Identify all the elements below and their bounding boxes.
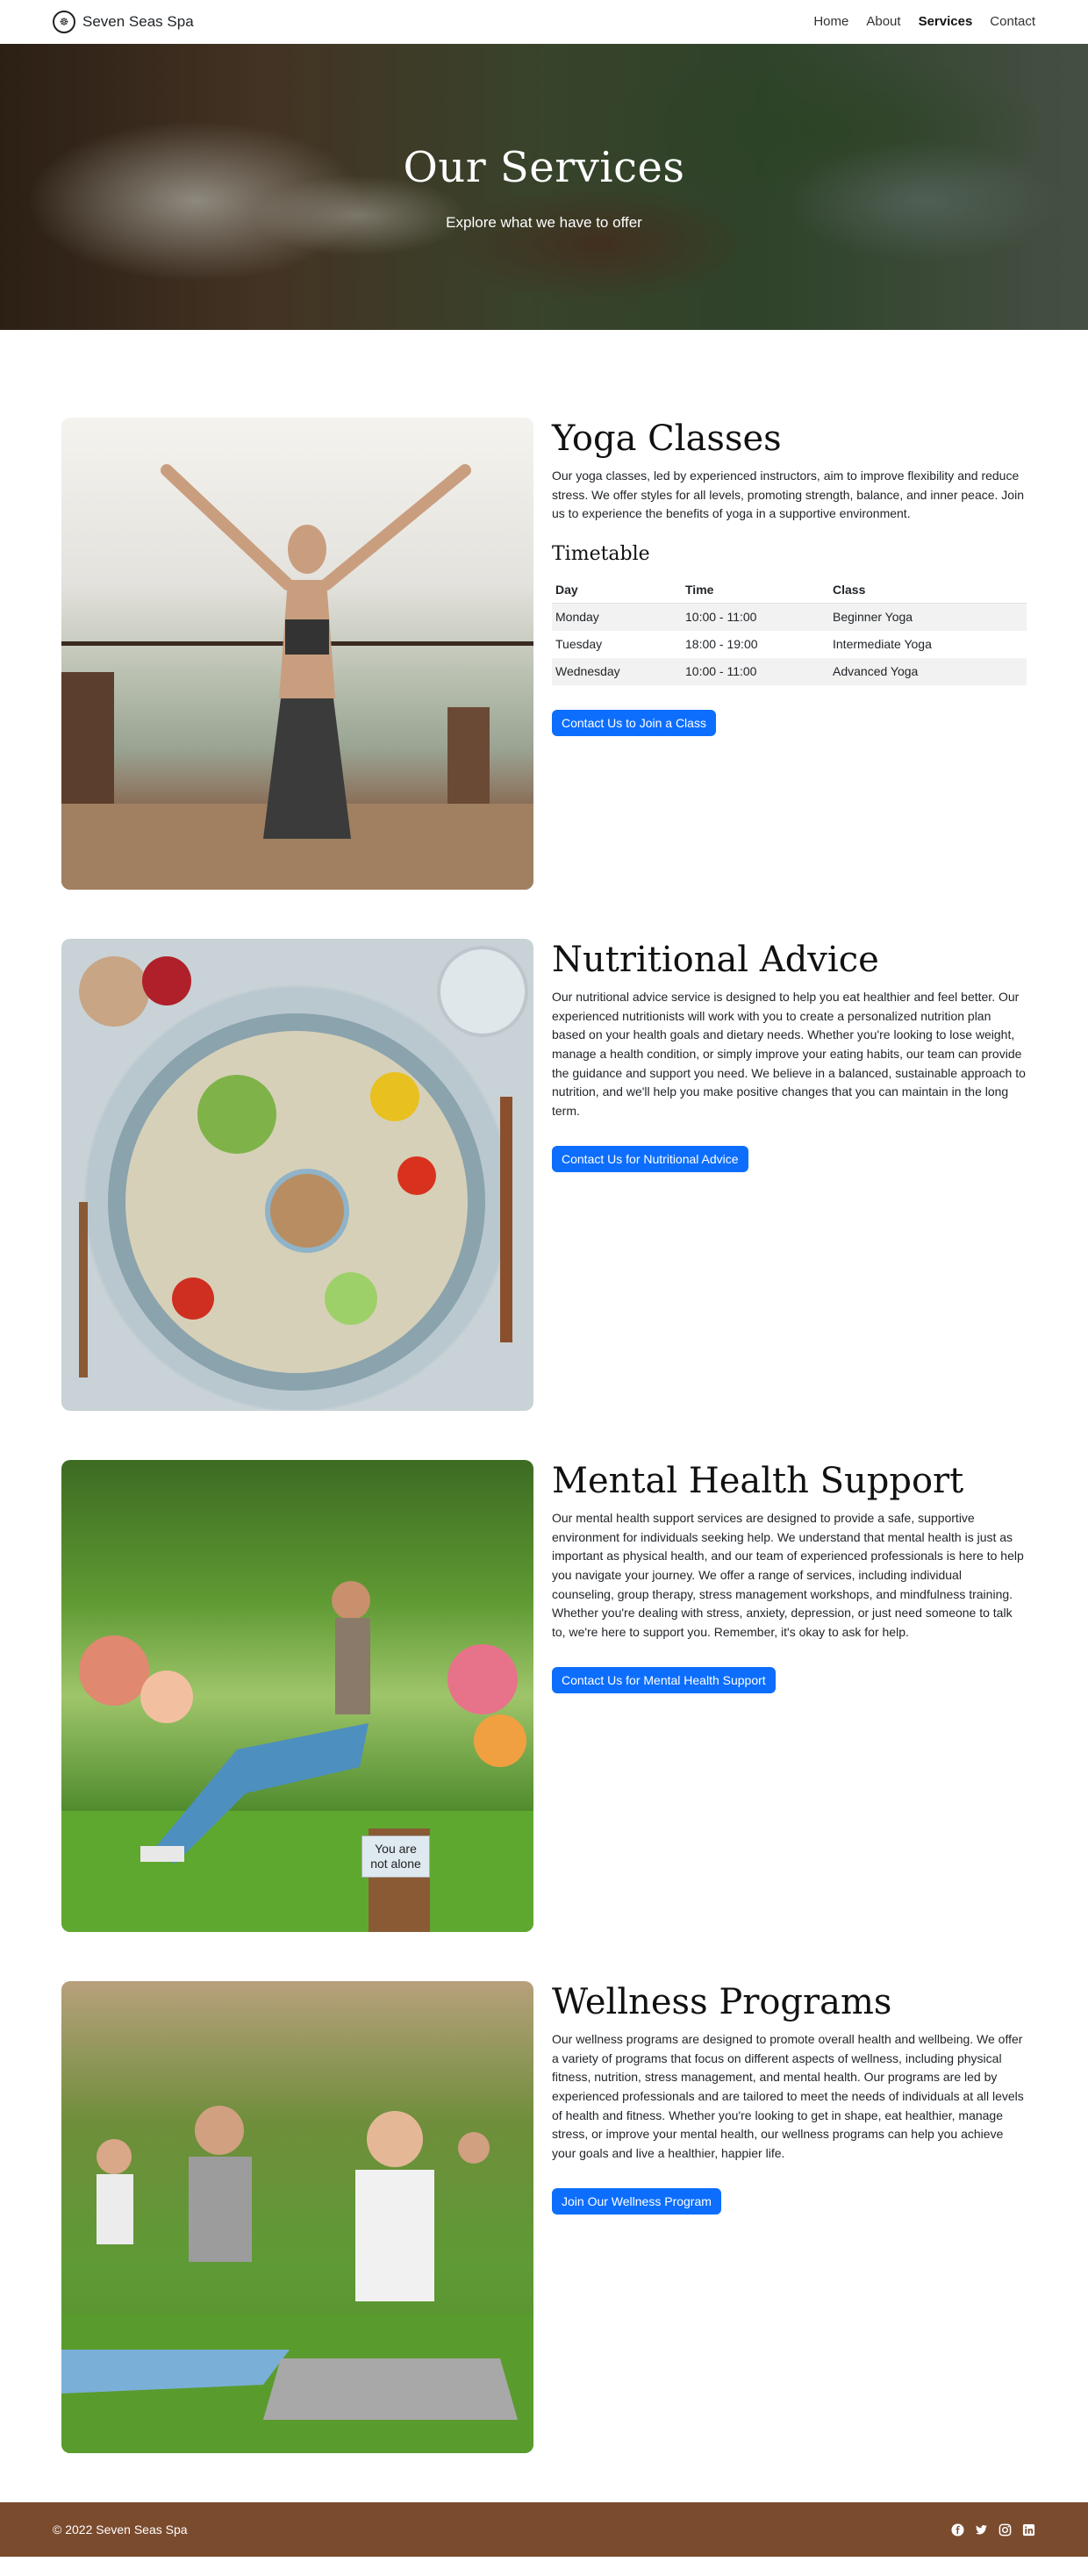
table-cell: Beginner Yoga [829,603,1027,632]
nav-link-home[interactable]: Home [813,12,848,32]
mental-health-contact-button[interactable]: Contact Us for Mental Health Support [552,1666,776,1693]
footer: © 2022 Seven Seas Spa [0,2502,1088,2557]
service-yoga-body: Yoga Classes Our yoga classes, led by ex… [552,418,1027,890]
table-cell: 10:00 - 11:00 [682,658,829,686]
nutrition-contact-button[interactable]: Contact Us for Nutritional Advice [552,1145,748,1172]
yoga-illustration [61,464,533,890]
hero-banner: Our Services Explore what we have to off… [0,44,1088,330]
wellness-illustration [61,2106,533,2453]
nutrition-image [61,939,533,1411]
facebook-icon[interactable] [951,2522,964,2537]
timetable: Day Time Class Monday 10:00 - 11:00 Begi… [552,577,1027,686]
service-title: Wellness Programs [552,1982,892,2022]
wellness-image [61,1981,533,2453]
join-class-button[interactable]: Contact Us to Join a Class [552,710,716,737]
service-description: Our wellness programs are designed to pr… [552,2032,1024,2161]
copyright: © 2022 Seven Seas Spa [53,2522,188,2537]
nav-links: Home About Services Contact [813,12,1035,32]
table-row: Tuesday 18:00 - 19:00 Intermediate Yoga [552,631,1027,658]
spa-logo-icon: ☸ [53,11,75,33]
nav-link-about[interactable]: About [866,12,900,32]
hero-subtitle: Explore what we have to offer [446,214,642,231]
timetable-title: Timetable [552,543,650,566]
service-title: Mental Health Support [552,1461,964,1501]
timetable-header-row: Day Time Class [552,577,1027,605]
service-nutrition: Nutritional Advice Our nutritional advic… [61,939,1027,1411]
table-cell: Wednesday [552,658,682,686]
yoga-image [61,418,533,890]
not-alone-sign: You are not alone [361,1835,430,1878]
wellness-join-button[interactable]: Join Our Wellness Program [552,2187,721,2215]
service-mental-health-body: Mental Health Support Our mental health … [552,1460,1027,1932]
service-description: Our nutritional advice service is design… [552,990,1026,1119]
linkedin-icon[interactable] [1022,2523,1035,2537]
table-cell: 10:00 - 11:00 [682,603,829,632]
service-nutrition-body: Nutritional Advice Our nutritional advic… [552,939,1027,1411]
table-cell: Advanced Yoga [829,658,1027,686]
column-header-day: Day [552,577,682,605]
service-wellness: Wellness Programs Our wellness programs … [61,1981,1027,2453]
mental-health-illustration [61,1581,533,1932]
social-links [951,2522,1035,2537]
service-title: Yoga Classes [552,419,782,459]
navbar: ☸ Seven Seas Spa Home About Services Con… [0,0,1088,44]
nav-link-services[interactable]: Services [919,12,973,32]
column-header-class: Class [829,577,1027,605]
twitter-icon[interactable] [975,2523,988,2537]
service-wellness-body: Wellness Programs Our wellness programs … [552,1981,1027,2453]
table-row: Monday 10:00 - 11:00 Beginner Yoga [552,603,1027,632]
nutrition-illustration [79,946,528,1391]
table-cell: 18:00 - 19:00 [685,637,758,652]
brand-name: Seven Seas Spa [82,13,194,31]
service-description: Our yoga classes, led by experienced ins… [552,469,1024,521]
sign-text: You are not alone [370,1842,421,1871]
table-cell: Tuesday [555,637,603,652]
page-title: Our Services [403,143,685,192]
table-row: Wednesday 10:00 - 11:00 Advanced Yoga [552,658,1027,686]
service-yoga: Yoga Classes Our yoga classes, led by ex… [61,418,1027,890]
column-header-time: Time [682,577,829,605]
service-description: Our mental health support services are d… [552,1511,1024,1640]
table-cell: Monday [552,603,682,632]
mental-health-image: You are not alone [61,1460,533,1932]
table-cell: Intermediate Yoga [833,637,932,652]
services-list: Yoga Classes Our yoga classes, led by ex… [0,330,1088,2453]
hero-text: Our Services Explore what we have to off… [0,136,1088,234]
nav-link-contact[interactable]: Contact [990,12,1035,32]
service-title: Nutritional Advice [552,940,879,980]
instagram-icon[interactable] [999,2523,1012,2537]
brand[interactable]: ☸ Seven Seas Spa [53,11,194,33]
service-mental-health: You are not alone Mental Health Support … [61,1460,1027,1932]
